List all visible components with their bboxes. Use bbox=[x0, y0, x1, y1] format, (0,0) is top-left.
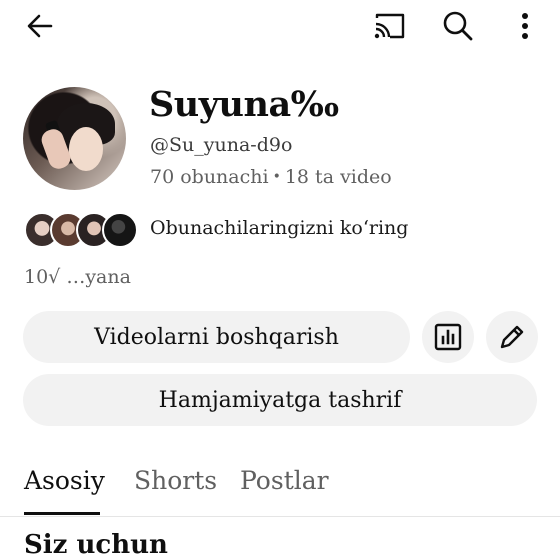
video-count: 18 ta video bbox=[284, 166, 392, 188]
manage-videos-button[interactable]: Videolarni boshqarish bbox=[23, 311, 410, 363]
cast-button[interactable] bbox=[370, 8, 408, 44]
stats-separator: • bbox=[272, 169, 281, 185]
tab-asosiy[interactable]: Asosiy bbox=[24, 466, 105, 495]
more-button[interactable] bbox=[512, 8, 538, 44]
section-title: Siz uchun bbox=[24, 530, 168, 560]
tab-shorts[interactable]: Shorts bbox=[134, 466, 217, 495]
channel-description[interactable]: 10√ …yana bbox=[24, 266, 131, 288]
analytics-button[interactable] bbox=[422, 311, 474, 363]
search-icon bbox=[443, 11, 473, 41]
pencil-icon bbox=[500, 325, 524, 349]
more-vertical-icon bbox=[522, 13, 528, 39]
active-tab-indicator bbox=[24, 512, 100, 515]
channel-handle: @Su_yuna-d9o bbox=[150, 134, 293, 156]
avatar bbox=[102, 212, 138, 248]
back-button[interactable] bbox=[24, 10, 56, 42]
cast-icon bbox=[374, 13, 405, 39]
channel-name: Suyuna‰ bbox=[149, 84, 339, 125]
manage-videos-label: Videolarni boshqarish bbox=[94, 324, 339, 350]
channel-tabs: Asosiy Shorts Postlar bbox=[0, 460, 560, 517]
channel-avatar[interactable] bbox=[23, 87, 126, 190]
tab-postlar[interactable]: Postlar bbox=[240, 466, 329, 495]
subscribers-link[interactable]: Obunachilaringizni koʻring bbox=[150, 217, 408, 239]
arrow-left-icon bbox=[27, 14, 53, 38]
edit-button[interactable] bbox=[486, 311, 538, 363]
visit-community-button[interactable]: Hamjamiyatga tashrif bbox=[23, 374, 537, 426]
channel-stats: 70 obunachi • 18 ta video bbox=[150, 166, 392, 188]
subscriber-count: 70 obunachi bbox=[150, 166, 269, 188]
visit-community-label: Hamjamiyatga tashrif bbox=[158, 387, 402, 413]
analytics-icon bbox=[434, 323, 462, 351]
search-button[interactable] bbox=[440, 8, 476, 44]
